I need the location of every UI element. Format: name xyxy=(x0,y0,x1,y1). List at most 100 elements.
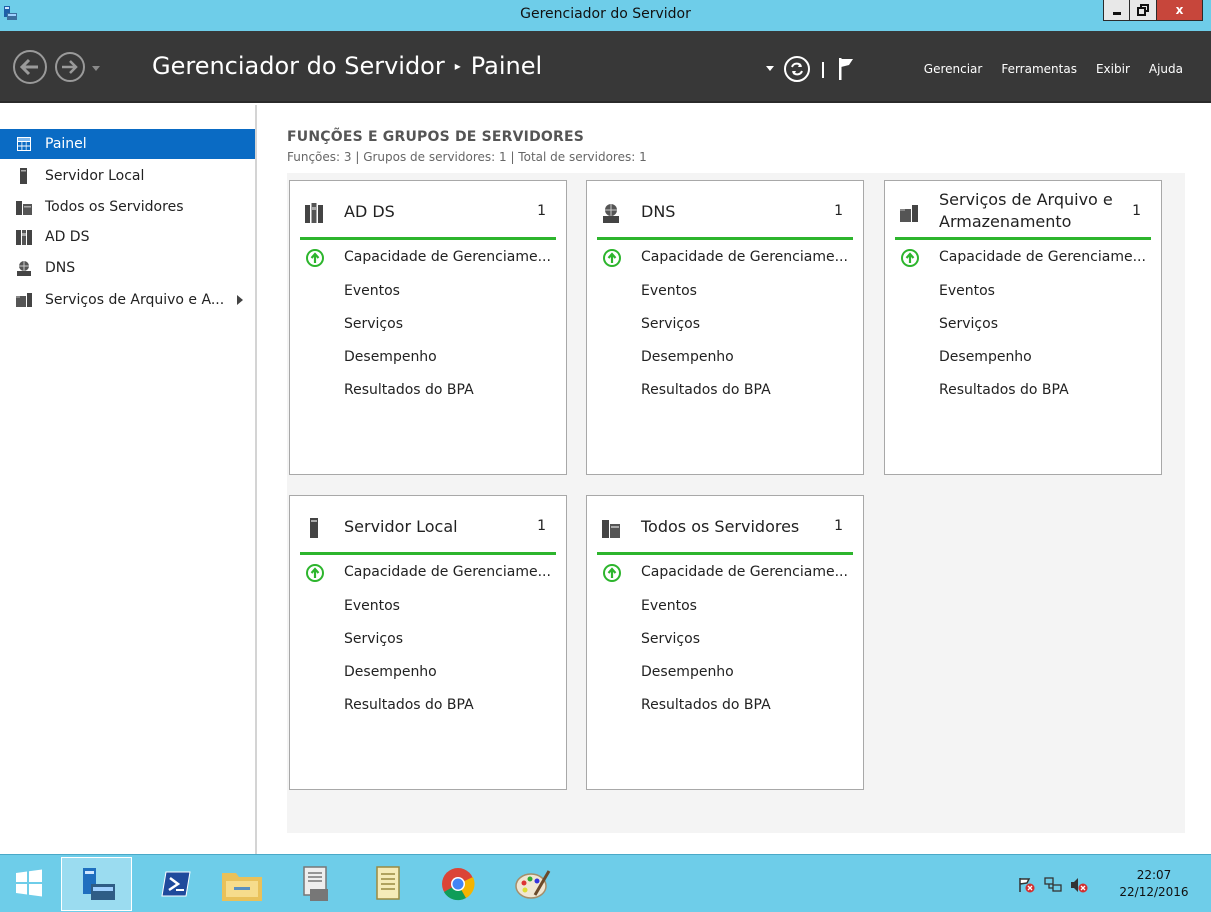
volume-muted-icon[interactable] xyxy=(1070,877,1088,893)
file-services-icon xyxy=(900,205,918,222)
taskbar-server-manager-button[interactable] xyxy=(61,857,132,911)
clock-date: 22/12/2016 xyxy=(1119,885,1189,899)
tile-title-line1: Serviços de Arquivo e xyxy=(939,190,1113,209)
notepad-icon[interactable] xyxy=(370,865,406,903)
header-tools xyxy=(765,55,857,83)
title-bar: Gerenciador do Servidor x xyxy=(0,0,1211,31)
expand-arrow-icon[interactable] xyxy=(237,295,243,305)
sidebar: Painel Servidor Local Todos os Servidore… xyxy=(0,105,257,854)
clock[interactable]: 22:07 22/12/2016 xyxy=(1110,867,1198,901)
tile-row-capacidade[interactable]: Capacidade de Gerenciame... xyxy=(306,564,551,582)
tile-title: Servidor Local xyxy=(344,517,458,536)
tile-servidor-local[interactable]: Servidor Local 1 Capacidade de Gerenciam… xyxy=(289,495,567,790)
notepad-tool-icon[interactable] xyxy=(296,865,336,903)
minimize-icon xyxy=(1112,12,1121,15)
sidebar-item-todos-servidores[interactable]: Todos os Servidores xyxy=(0,192,255,222)
powershell-icon[interactable] xyxy=(160,869,192,899)
tile-count: 1 xyxy=(537,203,546,219)
tile-row-eventos[interactable]: Eventos xyxy=(641,283,697,299)
tile-title: AD DS xyxy=(344,202,395,221)
tile-row-desempenho[interactable]: Desempenho xyxy=(641,664,734,680)
tile-row-eventos[interactable]: Eventos xyxy=(344,598,400,614)
tile-row-label: Capacidade de Gerenciame... xyxy=(641,249,848,265)
tile-title-line2: Armazenamento xyxy=(939,212,1072,231)
paint-icon[interactable] xyxy=(513,865,553,903)
taskbar: 22:07 22/12/2016 xyxy=(0,854,1211,912)
dns-icon xyxy=(17,261,31,276)
file-services-icon xyxy=(16,293,32,307)
close-button[interactable]: x xyxy=(1157,0,1203,21)
notifications-flag-icon[interactable] xyxy=(835,56,857,82)
breadcrumb-root[interactable]: Gerenciador do Servidor xyxy=(152,52,445,80)
tile-row-servicos[interactable]: Serviços xyxy=(344,631,403,647)
tile-row-eventos[interactable]: Eventos xyxy=(344,283,400,299)
tile-header[interactable]: DNS 1 xyxy=(597,181,853,240)
server-icon xyxy=(20,168,27,184)
start-button[interactable] xyxy=(14,868,44,898)
sidebar-item-servidor-local[interactable]: Servidor Local xyxy=(0,161,255,191)
menu-ajuda[interactable]: Ajuda xyxy=(1149,62,1183,76)
sidebar-item-ad-ds[interactable]: AD DS xyxy=(0,222,255,252)
tile-row-servicos[interactable]: Serviços xyxy=(344,316,403,332)
tile-row-bpa[interactable]: Resultados do BPA xyxy=(641,697,771,713)
tile-row-desempenho[interactable]: Desempenho xyxy=(344,664,437,680)
restore-icon xyxy=(1137,4,1149,16)
sidebar-item-servicos-arquivo[interactable]: Serviços de Arquivo e A... xyxy=(0,285,255,315)
tile-row-bpa[interactable]: Resultados do BPA xyxy=(344,697,474,713)
tile-header[interactable]: Serviços de Arquivo e Armazenamento 1 xyxy=(895,181,1151,240)
sidebar-item-painel[interactable]: Painel xyxy=(0,129,255,159)
forward-button[interactable] xyxy=(54,51,86,83)
tile-ad-ds[interactable]: AD DS 1 Capacidade de Gerenciame... Even… xyxy=(289,180,567,475)
section-subtitle: Funções: 3 | Grupos de servidores: 1 | T… xyxy=(287,150,647,164)
restore-button[interactable] xyxy=(1130,0,1157,21)
sidebar-item-label: DNS xyxy=(45,260,76,276)
menu-exibir[interactable]: Exibir xyxy=(1096,62,1130,76)
refresh-icon[interactable] xyxy=(783,55,811,83)
tile-header[interactable]: Servidor Local 1 xyxy=(300,496,556,555)
tile-row-desempenho[interactable]: Desempenho xyxy=(939,349,1032,365)
section-title: FUNÇÕES E GRUPOS DE SERVIDORES xyxy=(287,129,585,145)
minimize-button[interactable] xyxy=(1103,0,1130,21)
action-center-alert-icon[interactable] xyxy=(1018,877,1036,893)
tile-row-bpa[interactable]: Resultados do BPA xyxy=(641,382,771,398)
tile-servicos-arquivo[interactable]: Serviços de Arquivo e Armazenamento 1 Ca… xyxy=(884,180,1162,475)
file-explorer-icon[interactable] xyxy=(220,867,264,903)
menu-gerenciar[interactable]: Gerenciar xyxy=(924,62,983,76)
tile-row-capacidade[interactable]: Capacidade de Gerenciame... xyxy=(603,249,848,267)
divider-icon xyxy=(822,62,824,78)
tile-count: 1 xyxy=(1132,203,1141,219)
main-menu: Gerenciar Ferramentas Exibir Ajuda xyxy=(924,62,1183,76)
tile-dns[interactable]: DNS 1 Capacidade de Gerenciame... Evento… xyxy=(586,180,864,475)
servers-icon xyxy=(602,520,620,538)
tile-row-label: Capacidade de Gerenciame... xyxy=(939,249,1146,265)
history-dropdown-icon[interactable] xyxy=(91,65,101,73)
back-button[interactable] xyxy=(12,49,48,85)
tile-row-capacidade[interactable]: Capacidade de Gerenciame... xyxy=(603,564,848,582)
tile-row-capacidade[interactable]: Capacidade de Gerenciame... xyxy=(901,249,1146,267)
network-icon[interactable] xyxy=(1044,877,1062,893)
tile-row-eventos[interactable]: Eventos xyxy=(939,283,995,299)
tile-row-bpa[interactable]: Resultados do BPA xyxy=(344,382,474,398)
tile-row-servicos[interactable]: Serviços xyxy=(641,631,700,647)
tile-row-bpa[interactable]: Resultados do BPA xyxy=(939,382,1069,398)
ad-ds-icon xyxy=(16,230,32,245)
tile-row-desempenho[interactable]: Desempenho xyxy=(344,349,437,365)
sidebar-item-dns[interactable]: DNS xyxy=(0,253,255,283)
chrome-icon[interactable] xyxy=(440,866,476,902)
tile-row-servicos[interactable]: Serviços xyxy=(939,316,998,332)
tile-count: 1 xyxy=(834,203,843,219)
sidebar-item-label: Serviços de Arquivo e A... xyxy=(45,292,225,308)
dropdown-icon[interactable] xyxy=(765,65,775,73)
window-title: Gerenciador do Servidor xyxy=(520,6,691,22)
tile-row-eventos[interactable]: Eventos xyxy=(641,598,697,614)
status-ok-icon xyxy=(603,249,621,267)
tile-todos-servidores[interactable]: Todos os Servidores 1 Capacidade de Gere… xyxy=(586,495,864,790)
tile-row-servicos[interactable]: Serviços xyxy=(641,316,700,332)
tile-header[interactable]: Todos os Servidores 1 xyxy=(597,496,853,555)
tile-header[interactable]: AD DS 1 xyxy=(300,181,556,240)
menu-ferramentas[interactable]: Ferramentas xyxy=(1001,62,1077,76)
tile-row-capacidade[interactable]: Capacidade de Gerenciame... xyxy=(306,249,551,267)
tile-row-label: Capacidade de Gerenciame... xyxy=(344,249,551,265)
tile-row-desempenho[interactable]: Desempenho xyxy=(641,349,734,365)
status-ok-icon xyxy=(306,564,324,582)
